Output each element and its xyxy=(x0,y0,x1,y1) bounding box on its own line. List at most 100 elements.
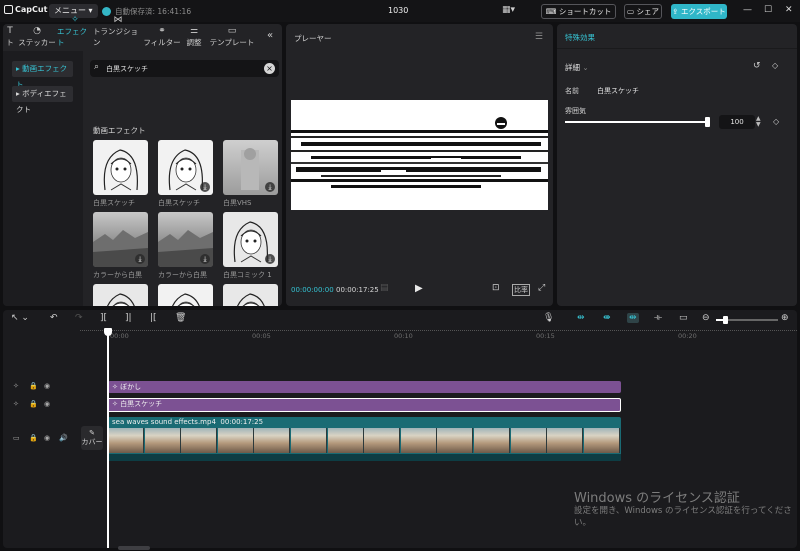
eye-icon[interactable]: ◉ xyxy=(44,434,50,442)
microphone-icon[interactable]: 🎙 xyxy=(543,313,554,323)
lock-icon[interactable]: 🔒 xyxy=(29,434,38,442)
audio-icon[interactable]: 🔊 xyxy=(59,434,68,442)
tab-text[interactable]: Tト xyxy=(3,24,17,50)
download-icon[interactable]: ⤓ xyxy=(200,254,210,264)
template-icon: ▭ xyxy=(227,26,237,36)
video-name: sea waves sound effects.mp4 xyxy=(112,418,216,426)
tab-sticker[interactable]: ◔ ステッカー xyxy=(17,24,57,50)
tab-effects[interactable]: ✧ エフェクト xyxy=(57,15,93,50)
preview-axis-icon[interactable]: ⟛ xyxy=(654,313,662,323)
effect-clip-blur[interactable]: ✧ ぼかし xyxy=(108,381,621,393)
undo-icon[interactable]: ↶ xyxy=(50,313,58,323)
player-menu-icon[interactable]: ☰ xyxy=(535,32,543,42)
play-icon[interactable]: ▶ xyxy=(415,283,423,294)
tab-label: 調整 xyxy=(186,38,202,47)
effect-card[interactable] xyxy=(158,284,213,306)
cover-button[interactable]: ✎ カバー xyxy=(81,426,103,450)
main-track-magnet-icon[interactable]: ⇹ xyxy=(577,313,585,323)
effect-card[interactable]: ⤓ カラーから白黒 xyxy=(158,212,213,280)
video-preview[interactable] xyxy=(291,100,548,210)
activation-watermark-text: 設定を開き、Windows のライセンス認証を行ってください。 xyxy=(574,506,792,528)
caption-icon[interactable]: ▭ xyxy=(679,313,688,323)
lock-icon[interactable]: 🔒 xyxy=(29,400,38,408)
ratio-button[interactable]: 比率 xyxy=(512,284,530,296)
keyframe-icon[interactable]: ◇ xyxy=(772,61,778,70)
split-icon[interactable]: ][ xyxy=(100,313,107,323)
sticker-icon: ◔ xyxy=(33,26,41,36)
effect-card[interactable]: ⤓ カラーから白黒 xyxy=(93,212,148,280)
zoom-in-icon[interactable]: ⊕ xyxy=(781,313,789,323)
tab-adjust[interactable]: ⚌ 調整 xyxy=(181,24,207,50)
redo-icon[interactable]: ↷ xyxy=(75,313,83,323)
minimize-icon[interactable]: — xyxy=(743,5,752,15)
download-icon[interactable]: ⤓ xyxy=(200,182,210,192)
details-section[interactable]: 詳細 ⌄ xyxy=(565,62,589,73)
video-frame-thumbnail xyxy=(364,428,401,453)
share-label: シェア xyxy=(636,7,659,16)
tab-template[interactable]: ▭ テンプレート xyxy=(207,24,257,50)
param-value-input[interactable]: 100 xyxy=(719,115,755,129)
category-video-effects[interactable]: ▸ 動画エフェクト xyxy=(12,61,73,89)
total-timecode: 00:00:17:25 xyxy=(336,286,379,294)
shortcut-button[interactable]: ⌨ ショートカット xyxy=(541,4,616,19)
category-body-effects[interactable]: ▸ ボディエフェクト xyxy=(12,86,73,114)
video-thumbnails xyxy=(108,428,621,453)
export-button[interactable]: ⇪ エクスポート xyxy=(671,4,727,19)
lock-icon[interactable]: 🔒 xyxy=(29,382,38,390)
effect-card[interactable]: ⤓ 白黒コミック 1 xyxy=(223,212,278,280)
layout-icon[interactable]: ▦▾ xyxy=(502,5,515,15)
effect-thumbnail: ⤓ xyxy=(223,140,278,195)
zoom-knob[interactable] xyxy=(723,316,728,324)
ruler-label: 00:10 xyxy=(394,332,413,340)
effect-label: 白黒スケッチ xyxy=(158,199,200,207)
search-input[interactable] xyxy=(106,62,256,75)
horizontal-scrollbar[interactable] xyxy=(118,546,150,550)
effect-card[interactable]: 白黒スケッチ xyxy=(93,140,148,208)
param-keyframe-icon[interactable]: ◇ xyxy=(773,117,779,126)
playhead-handle[interactable] xyxy=(104,328,112,336)
download-icon[interactable]: ⤓ xyxy=(265,254,275,264)
trim-left-icon[interactable]: ]| xyxy=(125,313,132,323)
tab-filter[interactable]: ⚭ フィルター xyxy=(143,24,181,50)
fit-screen-icon[interactable]: ⊡ xyxy=(492,283,500,293)
current-timecode: 00:00:00:00 xyxy=(291,286,334,294)
ruler-label: 00:15 xyxy=(536,332,555,340)
effect-card[interactable] xyxy=(223,284,278,306)
effect-card[interactable]: ⤓ 白黒VHS xyxy=(223,140,278,208)
value-stepper[interactable]: ▲ ▼ xyxy=(756,116,761,128)
share-button[interactable]: ▭ シェア xyxy=(624,4,662,19)
effect-clip-sketch[interactable]: ✧ 白黒スケッチ xyxy=(107,398,621,412)
zoom-slider[interactable] xyxy=(716,316,778,324)
maximize-icon[interactable]: ☐ xyxy=(764,5,772,15)
download-icon[interactable]: ⤓ xyxy=(135,254,145,264)
playhead[interactable] xyxy=(107,330,109,548)
collapse-chevrons-icon[interactable]: « xyxy=(267,30,273,41)
trim-right-icon[interactable]: |[ xyxy=(150,313,157,323)
eye-icon[interactable]: ◉ xyxy=(44,382,50,390)
tab-label: トランジション xyxy=(93,27,138,47)
tab-label: テンプレート xyxy=(209,38,255,47)
fullscreen-icon[interactable]: ⤢ xyxy=(538,283,545,293)
delete-icon[interactable]: 🗑 xyxy=(175,313,186,323)
inspector-tab[interactable]: 特殊効果 xyxy=(565,32,595,43)
eye-icon[interactable]: ◉ xyxy=(44,400,50,408)
capcut-logo-icon xyxy=(4,5,13,14)
param-slider[interactable] xyxy=(565,117,710,127)
reset-icon[interactable]: ↺ xyxy=(753,61,761,71)
download-icon[interactable]: ⤓ xyxy=(265,182,275,192)
close-icon[interactable]: ✕ xyxy=(785,5,793,15)
linkage-icon[interactable]: ⇹ xyxy=(627,313,639,323)
slider-knob[interactable] xyxy=(705,117,710,127)
auto-snap-icon[interactable]: ⇼ xyxy=(603,313,611,323)
waveform-icon[interactable]: ▤ xyxy=(380,283,389,293)
clear-search-icon[interactable]: × xyxy=(264,63,275,74)
zoom-out-icon[interactable]: ⊖ xyxy=(702,313,710,323)
effect-card[interactable]: ⤓ 白黒スケッチ xyxy=(158,140,213,208)
select-tool-icon[interactable]: ↖ ⌄ xyxy=(11,313,29,323)
tab-transition[interactable]: ⋈ トランジション xyxy=(93,15,143,50)
video-clip[interactable]: sea waves sound effects.mp4 00:00:17:25 xyxy=(108,417,621,461)
effect-card[interactable] xyxy=(93,284,148,306)
effect-label: 白黒VHS xyxy=(223,199,252,207)
ruler-label: 00:00 xyxy=(110,332,129,340)
time-ruler[interactable]: 00:00 00:05 00:10 00:15 00:20 xyxy=(80,330,797,343)
